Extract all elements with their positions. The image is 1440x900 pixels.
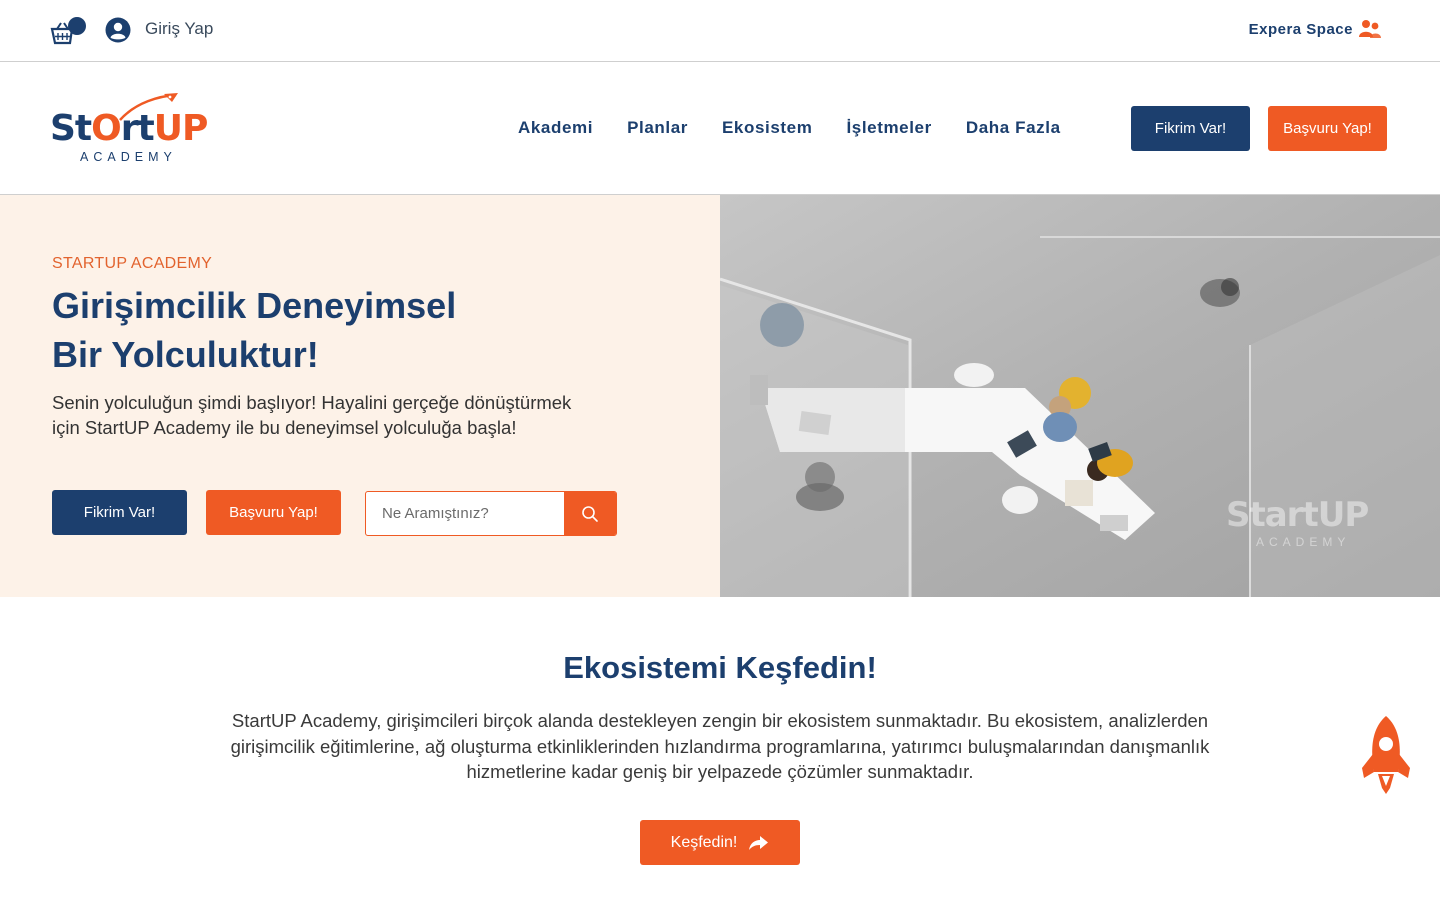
image-watermark-logo: StartUP ACADEMY	[1226, 495, 1369, 549]
startup-academy-logo[interactable]: StOrtUP ACADEMY	[48, 92, 218, 168]
hero-title-line-1: Girişimcilik Deneyimsel	[52, 285, 457, 326]
explore-button-label: Keşfedin!	[670, 833, 738, 851]
floating-rocket-icon[interactable]	[1360, 714, 1412, 796]
menu-item-isletmeler[interactable]: İşletmeler	[846, 118, 931, 138]
search-box	[365, 491, 617, 536]
menu-item-daha-fazla[interactable]: Daha Fazla	[966, 118, 1061, 138]
search-icon	[582, 505, 598, 522]
ecosystem-description: StartUP Academy, girişimcileri birçok al…	[230, 710, 1210, 782]
hero-office-image: StartUP ACADEMY	[720, 195, 1440, 597]
logo-subtitle: ACADEMY	[80, 150, 177, 164]
menu-item-akademi[interactable]: Akademi	[518, 118, 593, 138]
share-arrow-icon	[749, 835, 769, 850]
search-button[interactable]	[564, 492, 616, 535]
hero-eyebrow: STARTUP ACADEMY	[52, 255, 213, 272]
search-input[interactable]	[366, 492, 566, 535]
user-avatar-icon[interactable]	[105, 17, 131, 43]
expera-space-link[interactable]: Expera Space	[1249, 21, 1353, 38]
hero-title-line-2: Bir Yolculuktur!	[52, 334, 319, 375]
menu-item-planlar[interactable]: Planlar	[627, 118, 688, 138]
expera-space-icon[interactable]	[1358, 18, 1382, 42]
logo-wordmark: StOrtUP	[50, 108, 208, 149]
main-navbar: StOrtUP ACADEMY Akademi Planlar Ekosiste…	[0, 62, 1440, 195]
hero-title: Girişimcilik Deneyimsel Bir Yolculuktur!	[52, 281, 612, 379]
menu-item-ekosistem[interactable]: Ekosistem	[722, 118, 812, 138]
explore-button[interactable]: Keşfedin!	[640, 820, 800, 865]
main-menu: Akademi Planlar Ekosistem İşletmeler Dah…	[518, 118, 1095, 138]
ecosystem-title: Ekosistemi Keşfedin!	[563, 650, 877, 685]
nav-idea-button[interactable]: Fikrim Var!	[1131, 106, 1250, 151]
cart-icon[interactable]	[50, 17, 88, 45]
top-utility-bar: Giriş Yap Expera Space	[0, 0, 1440, 62]
cart-count-badge	[68, 17, 86, 35]
nav-apply-button[interactable]: Başvuru Yap!	[1268, 106, 1387, 151]
hero-description: Senin yolculuğun şimdi başlıyor! Hayalin…	[52, 392, 572, 438]
hero-idea-button[interactable]: Fikrim Var!	[52, 490, 187, 535]
hero-apply-button[interactable]: Başvuru Yap!	[206, 490, 341, 535]
hero-section: STARTUP ACADEMY Girişimcilik Deneyimsel …	[0, 195, 720, 597]
login-link[interactable]: Giriş Yap	[145, 19, 213, 39]
